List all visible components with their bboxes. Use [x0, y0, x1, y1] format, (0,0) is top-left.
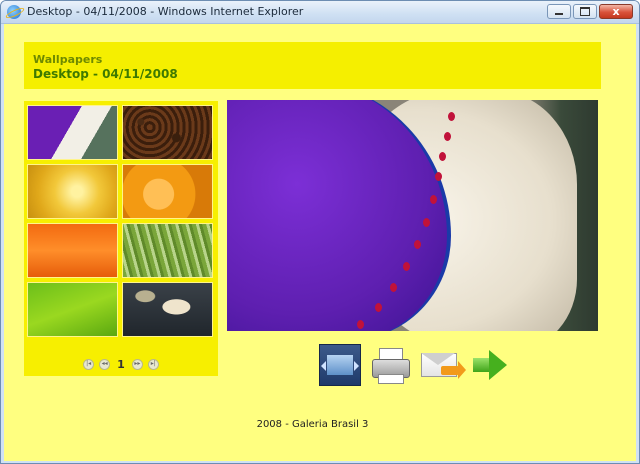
window-title: Desktop - 04/11/2008 - Windows Internet …: [27, 5, 304, 18]
prev-page-button[interactable]: ◂◂: [99, 358, 111, 370]
breadcrumb[interactable]: Wallpapers: [33, 53, 102, 66]
thumbnail-4[interactable]: [122, 164, 213, 219]
window-controls: x: [547, 4, 633, 19]
minimize-button[interactable]: [547, 4, 571, 19]
thumbnail-7[interactable]: [27, 282, 118, 337]
current-page: 1: [117, 357, 125, 371]
thumbnail-panel: |◂ ◂◂ 1 ▸▸ ▸|: [24, 101, 218, 376]
page-title: Desktop - 04/11/2008: [33, 67, 178, 81]
thumbnail-2[interactable]: [122, 105, 213, 160]
thumbnail-6[interactable]: [122, 223, 213, 278]
last-page-button[interactable]: ▸|: [147, 358, 159, 370]
image-actions: [319, 344, 511, 386]
print-button[interactable]: [369, 344, 411, 386]
maximize-icon: [574, 5, 596, 18]
next-page-button[interactable]: ▸▸: [131, 358, 143, 370]
close-icon: x: [612, 5, 620, 18]
next-image-button[interactable]: [469, 344, 511, 386]
thumbnail-1[interactable]: [27, 105, 118, 160]
email-button[interactable]: [419, 344, 466, 386]
thumbnail-5[interactable]: [27, 223, 118, 278]
maximize-button[interactable]: [573, 4, 597, 19]
pager: |◂ ◂◂ 1 ▸▸ ▸|: [24, 356, 218, 372]
page-content: Wallpapers Desktop - 04/11/2008 |◂ ◂◂ 1 …: [4, 24, 636, 461]
first-page-button[interactable]: |◂: [83, 358, 95, 370]
thumbnail-8[interactable]: [122, 282, 213, 337]
footer-text: 2008 - Galeria Brasil 3: [256, 419, 369, 430]
page-header: Wallpapers Desktop - 04/11/2008: [24, 42, 601, 89]
minimize-icon: [548, 5, 570, 18]
main-image[interactable]: [227, 100, 598, 331]
ie-icon: [7, 5, 21, 19]
browser-window: Desktop - 04/11/2008 - Windows Internet …: [0, 0, 640, 464]
fullscreen-button[interactable]: [319, 344, 361, 386]
title-bar[interactable]: Desktop - 04/11/2008 - Windows Internet …: [1, 1, 639, 24]
thumbnail-3[interactable]: [27, 164, 118, 219]
close-button[interactable]: x: [599, 4, 633, 19]
